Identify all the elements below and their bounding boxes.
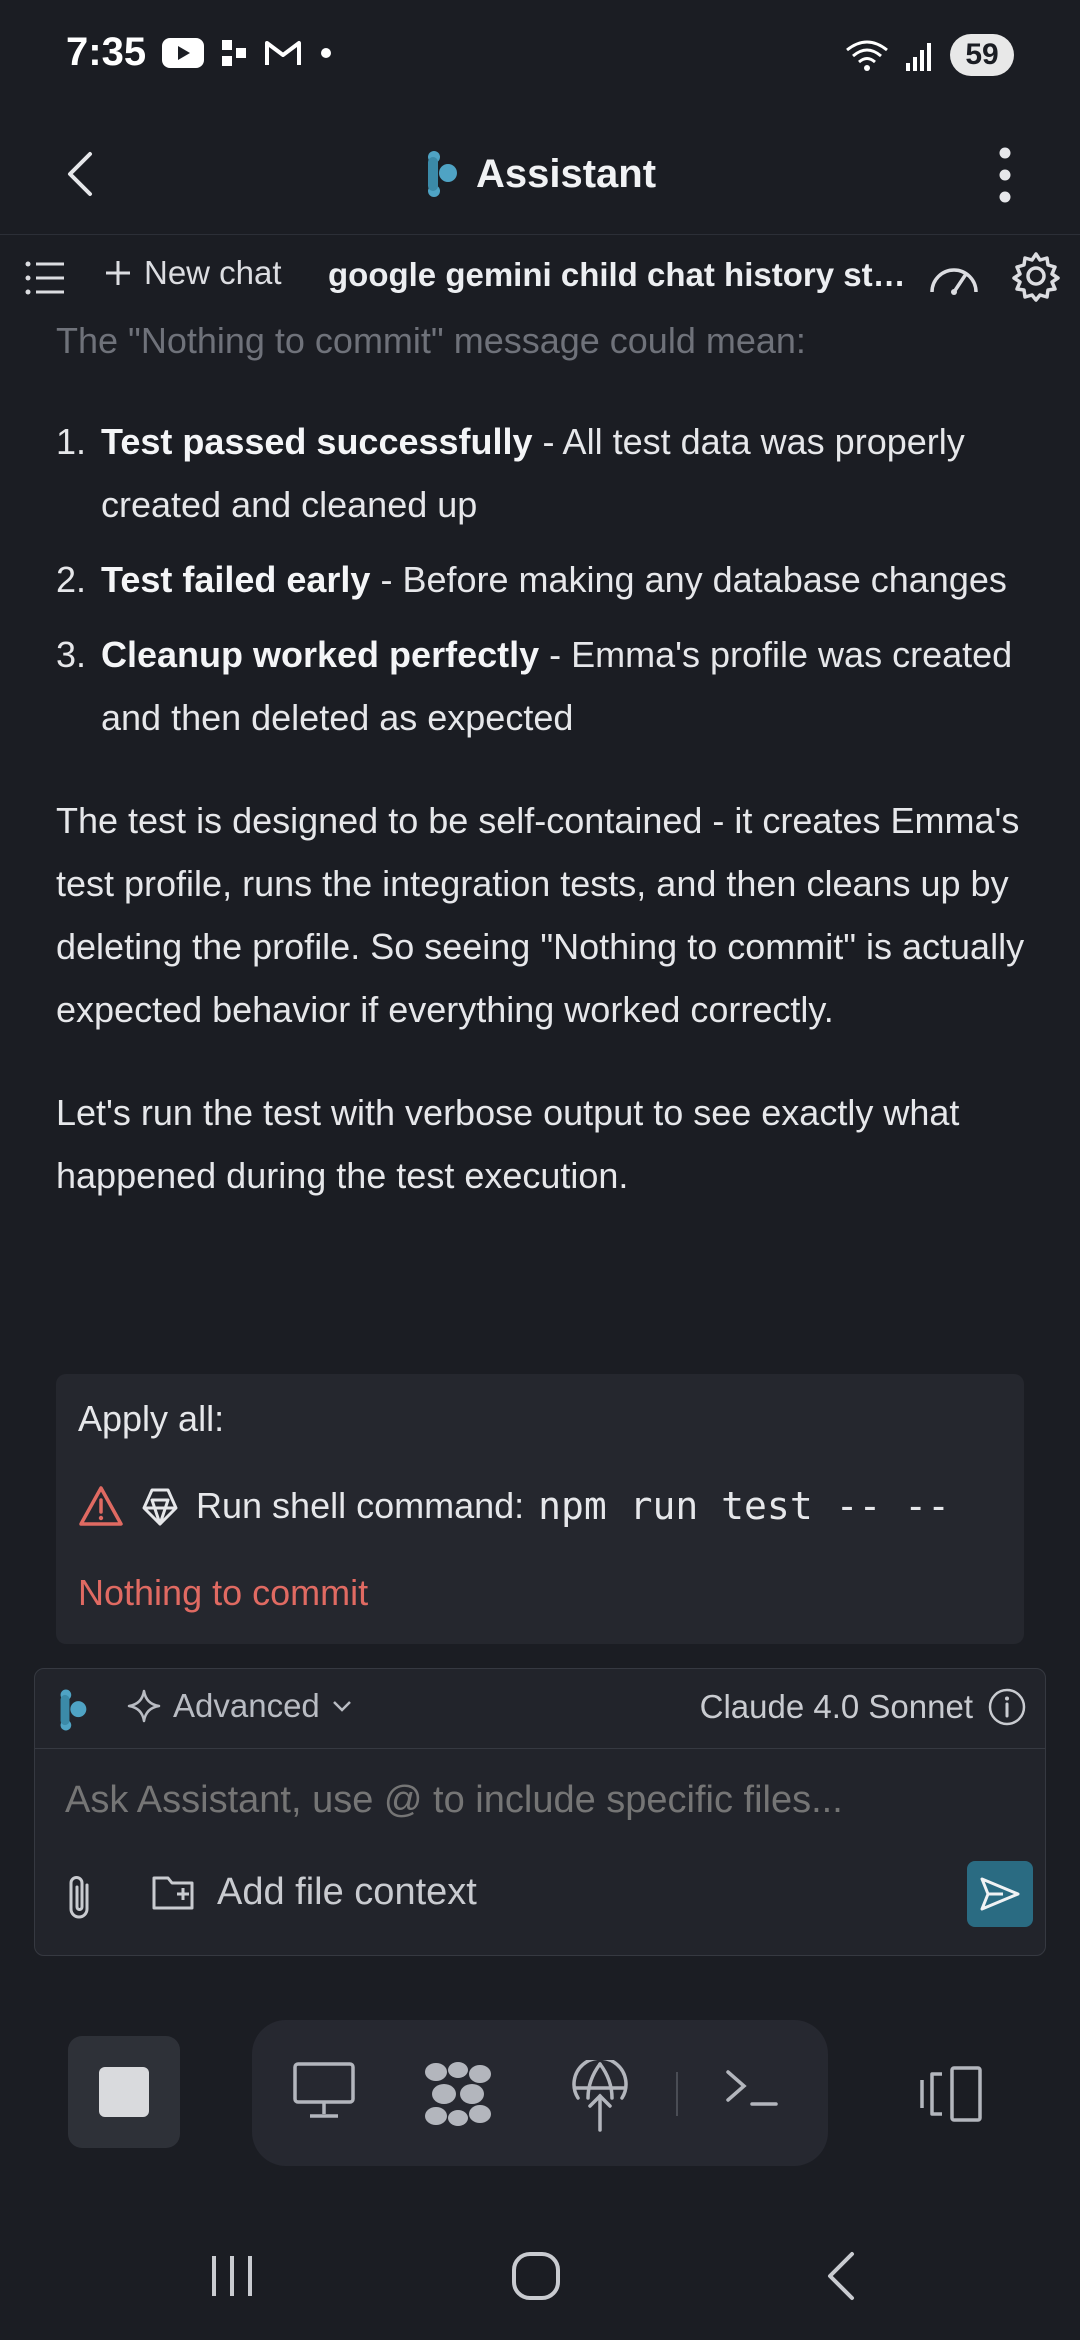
info-icon[interactable] xyxy=(987,1687,1027,1727)
apply-all-label: Apply all: xyxy=(78,1398,225,1439)
list-item-text: - Before making any database changes xyxy=(370,559,1007,600)
list-item-title: Test failed early xyxy=(101,559,371,600)
chat-input[interactable] xyxy=(65,1779,1015,1822)
chevron-down-icon xyxy=(332,1701,351,1712)
sparkle-icon xyxy=(127,1689,161,1723)
shell-command-row[interactable]: Run shell command: npm run test -- -- xyxy=(78,1484,950,1528)
add-file-context-button[interactable]: Add file context xyxy=(151,1871,477,1914)
model-selector[interactable]: Claude 4.0 Sonnet xyxy=(700,1687,1027,1727)
app-header: Assistant xyxy=(0,115,1080,235)
stop-icon xyxy=(99,2067,149,2117)
youtube-icon xyxy=(162,38,204,68)
list-number: 2. xyxy=(56,559,87,600)
shell-command-text: npm run test -- -- xyxy=(538,1484,950,1528)
list-number: 3. xyxy=(56,634,87,675)
app-icon xyxy=(222,40,246,66)
system-nav-bar xyxy=(0,2220,1080,2340)
mode-selector[interactable]: Advanced xyxy=(127,1687,352,1725)
shell-shield-icon xyxy=(142,1488,178,1526)
new-chat-button[interactable]: New chat xyxy=(104,254,282,292)
message-paragraph: Let's run the test with verbose output t… xyxy=(56,1092,960,1196)
status-bar: 7:35 59 xyxy=(0,0,1080,115)
dock-separator xyxy=(676,2072,678,2116)
paperclip-icon[interactable] xyxy=(57,1871,103,1923)
composer-actions: Add file context xyxy=(35,1861,1045,1941)
new-chat-label: New chat xyxy=(144,254,282,291)
signal-icon xyxy=(906,43,931,71)
page-title: Assistant xyxy=(475,151,657,196)
gmail-icon xyxy=(265,41,301,65)
notification-icons xyxy=(162,38,332,68)
home-icon[interactable] xyxy=(510,2250,562,2302)
add-file-context-label: Add file context xyxy=(217,1871,477,1913)
recent-apps-icon[interactable] xyxy=(208,2250,256,2302)
replit-blocks-icon[interactable] xyxy=(422,2060,494,2128)
list-item-title: Cleanup worked perfectly xyxy=(101,634,540,675)
shell-command-label: Run shell command: xyxy=(196,1485,525,1526)
speedometer-icon[interactable] xyxy=(926,252,982,304)
chat-composer: Advanced Claude 4.0 Sonnet Add file cont… xyxy=(34,1668,1046,1956)
assistant-logo-icon xyxy=(60,1689,87,1731)
list-item: 2. Test failed early - Before making any … xyxy=(56,548,1036,611)
apply-status-text: Nothing to commit xyxy=(78,1572,369,1613)
globe-upload-icon[interactable] xyxy=(570,2060,630,2132)
send-button[interactable] xyxy=(967,1861,1033,1927)
dock-tools-group xyxy=(252,2020,828,2166)
monitor-icon[interactable] xyxy=(292,2060,356,2120)
battery-icon: 59 xyxy=(950,34,1014,76)
warning-icon xyxy=(79,1486,123,1526)
list-item: 1. Test passed successfully - All test da… xyxy=(56,410,1036,536)
folder-plus-icon xyxy=(152,1876,194,1909)
terminal-icon[interactable] xyxy=(724,2060,780,2116)
more-options-button[interactable] xyxy=(980,137,1030,213)
wifi-icon xyxy=(846,40,888,71)
faded-message-line: The "Nothing to commit" message could me… xyxy=(56,320,806,361)
reasons-list: 1. Test passed successfully - All test da… xyxy=(56,410,1036,749)
send-icon xyxy=(980,1877,1020,1911)
model-label: Claude 4.0 Sonnet xyxy=(699,1688,973,1725)
composer-header: Advanced Claude 4.0 Sonnet xyxy=(35,1669,1045,1749)
list-item-title: Test passed successfully xyxy=(101,421,533,462)
chat-toolbar: New chat google gemini child chat histor… xyxy=(0,236,1080,320)
bottom-dock xyxy=(0,2000,1080,2200)
chat-list-icon[interactable] xyxy=(22,254,70,302)
list-number: 1. xyxy=(56,421,87,462)
status-time: 7:35 xyxy=(66,30,147,74)
gear-icon[interactable] xyxy=(1010,250,1062,302)
apply-all-panel: Apply all: Run shell command: npm run te… xyxy=(56,1374,1024,1644)
dot-icon xyxy=(321,48,331,58)
kebab-menu-icon xyxy=(999,147,1011,203)
stop-button[interactable] xyxy=(68,2036,180,2148)
system-icons: 59 xyxy=(844,34,1014,76)
mode-label: Advanced xyxy=(173,1687,320,1724)
back-nav-icon[interactable] xyxy=(822,2250,858,2302)
split-view-icon[interactable] xyxy=(918,2064,988,2124)
assistant-logo-icon xyxy=(427,151,457,197)
list-item: 3. Cleanup worked perfectly - Emma's prof… xyxy=(56,623,1036,749)
chat-title[interactable]: google gemini child chat history sto... xyxy=(328,256,908,294)
chat-content: The "Nothing to commit" message could me… xyxy=(56,320,1036,1660)
message-paragraph: The test is designed to be self-containe… xyxy=(56,800,1025,1030)
header-title: Assistant xyxy=(0,139,1080,209)
plus-icon xyxy=(106,261,130,285)
